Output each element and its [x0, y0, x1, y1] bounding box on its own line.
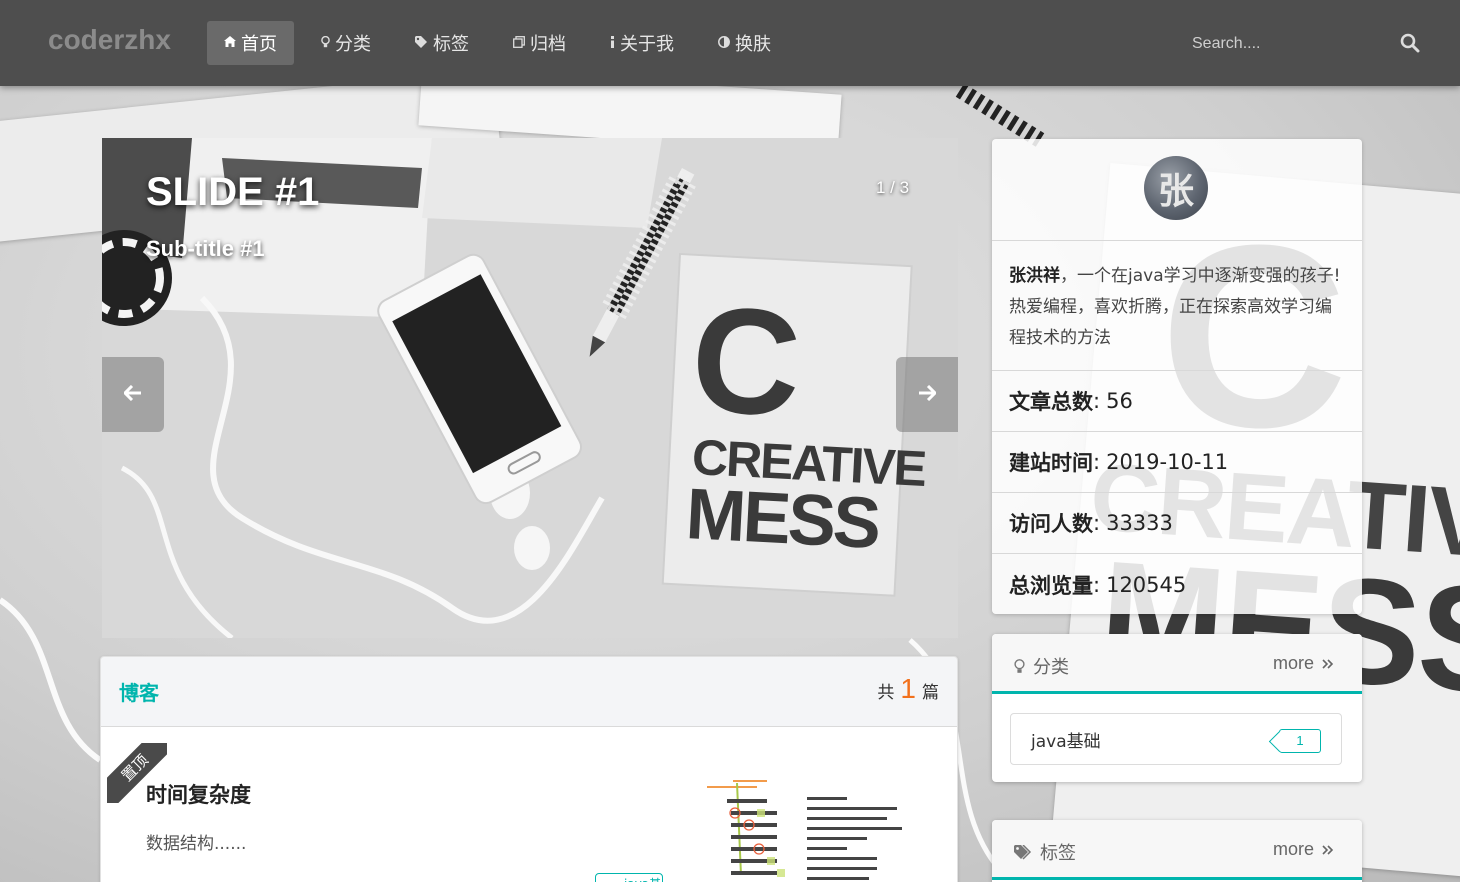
arrow-right-icon: [918, 384, 938, 405]
blog-count: 共 1 篇: [877, 673, 939, 705]
avatar[interactable]: 张: [1144, 156, 1208, 220]
stat-separator: :: [1093, 389, 1101, 413]
hero-carousel: SLIDE #1 Sub-title #1 1 / 3 C CREATIVE M…: [102, 138, 958, 638]
nav-item-label: 首页: [241, 34, 277, 55]
stat-label: 建站时间: [1009, 451, 1093, 475]
nav-item-theme[interactable]: 换肤: [701, 21, 788, 65]
category-card-title: 分类: [1014, 653, 1069, 679]
info-icon: [610, 35, 615, 51]
post-item[interactable]: 置顶 时间复杂度 数据结构...... java基础: [101, 727, 957, 882]
category-title-label: 分类: [1033, 657, 1069, 678]
nav-item-label: 归档: [530, 34, 566, 55]
double-chevron-right-icon: [1322, 658, 1334, 670]
tags-more-link[interactable]: more: [1273, 839, 1334, 860]
stat-row-views: 总浏览量: 120545: [992, 554, 1362, 615]
stat-value: 2019-10-11: [1106, 450, 1229, 474]
stat-separator: :: [1093, 572, 1101, 597]
category-card-header: 分类 more: [992, 634, 1362, 694]
search-icon[interactable]: [1400, 33, 1422, 55]
profile-name: 张洪祥: [1009, 266, 1060, 286]
thumbnail-image: [697, 779, 914, 882]
top-navbar: coderzhx 首页 分类 标签 归档 关于我 换肤 Search....: [0, 0, 1460, 86]
stat-row-posts: 文章总数 : 56: [992, 371, 1362, 432]
stat-separator: :: [1093, 511, 1101, 535]
tags-card: 标签 more: [992, 820, 1362, 882]
post-thumbnail[interactable]: [697, 779, 914, 882]
slide-photo-letter: C: [687, 274, 805, 448]
slide-photo-text-mess: MESS: [684, 474, 881, 564]
stat-value: 33333: [1106, 511, 1173, 535]
post-title[interactable]: 时间复杂度: [146, 779, 251, 809]
nav-item-archive[interactable]: 归档: [496, 21, 583, 65]
lightbulb-icon: [321, 35, 330, 51]
category-item[interactable]: java基础 1: [1010, 713, 1342, 765]
nav-item-label: 标签: [433, 34, 469, 55]
stat-label: 总浏览量: [1009, 573, 1093, 598]
adjust-icon: [718, 35, 730, 51]
nav-item-tags[interactable]: 标签: [398, 21, 486, 65]
tags-title-label: 标签: [1040, 843, 1076, 864]
more-label: more: [1272, 653, 1314, 673]
site-brand[interactable]: coderzhx: [48, 24, 171, 56]
search-box: [1192, 31, 1432, 57]
slide-title: SLIDE #1: [146, 170, 320, 214]
lightbulb-icon: [1014, 658, 1025, 674]
category-card: 分类 more java基础 1: [992, 634, 1362, 782]
blog-count-prefix: 共: [877, 683, 895, 703]
double-chevron-right-icon: [1322, 844, 1334, 856]
category-more-link[interactable]: more: [1273, 653, 1334, 674]
stat-value: 56: [1106, 389, 1133, 413]
blog-count-suffix: 篇: [922, 683, 939, 703]
tags-icon: [1014, 844, 1034, 860]
tags-card-header: 标签 more: [992, 820, 1362, 880]
post-excerpt: 数据结构......: [146, 834, 247, 854]
avatar-area: 张: [992, 139, 1362, 241]
stat-label: 访问人数: [1009, 512, 1093, 536]
category-name: java基础: [1031, 731, 1101, 752]
arrow-left-icon: [122, 384, 142, 405]
stat-row-since: 建站时间: 2019-10-11: [992, 432, 1362, 493]
post-tag[interactable]: java基础: [595, 873, 663, 882]
clone-icon: [513, 35, 525, 51]
profile-card: 张 张洪祥，一个在java学习中逐渐变强的孩子!热爱编程，喜欢折腾，正在探索高效…: [992, 139, 1362, 614]
search-input[interactable]: [1192, 31, 1382, 57]
blog-title: 博客: [119, 681, 159, 705]
stat-separator: :: [1093, 450, 1101, 474]
stat-label: 文章总数: [1009, 390, 1093, 414]
main-nav: 首页 分类 标签 归档 关于我 换肤: [207, 21, 798, 65]
stat-value: 120545: [1106, 572, 1187, 597]
nav-item-label: 换肤: [735, 34, 771, 55]
home-icon: [224, 36, 236, 50]
tags-card-title: 标签: [1014, 839, 1076, 865]
nav-item-label: 分类: [335, 34, 371, 55]
blog-count-number: 1: [900, 673, 916, 704]
tag-icon: [415, 35, 428, 51]
nav-item-categories[interactable]: 分类: [304, 21, 388, 65]
carousel-prev-button[interactable]: [102, 357, 164, 432]
nav-item-about[interactable]: 关于我: [593, 21, 691, 65]
slide-counter: 1 / 3: [876, 178, 910, 197]
more-label: more: [1272, 839, 1314, 859]
stat-row-visitors: 访问人数: 33333: [992, 493, 1362, 554]
blog-panel: 博客 共 1 篇 置顶 时间复杂度 数据结构...... java基础: [100, 656, 958, 882]
slide-subtitle: Sub-title #1: [146, 236, 265, 261]
nav-item-home[interactable]: 首页: [207, 21, 294, 65]
profile-bio: 张洪祥，一个在java学习中逐渐变强的孩子!热爱编程，喜欢折腾，正在探索高效学习…: [992, 241, 1362, 371]
category-count-badge: 1: [1279, 729, 1321, 753]
blog-header: 博客 共 1 篇: [101, 657, 957, 727]
carousel-next-button[interactable]: [896, 357, 958, 432]
nav-item-label: 关于我: [620, 34, 674, 55]
